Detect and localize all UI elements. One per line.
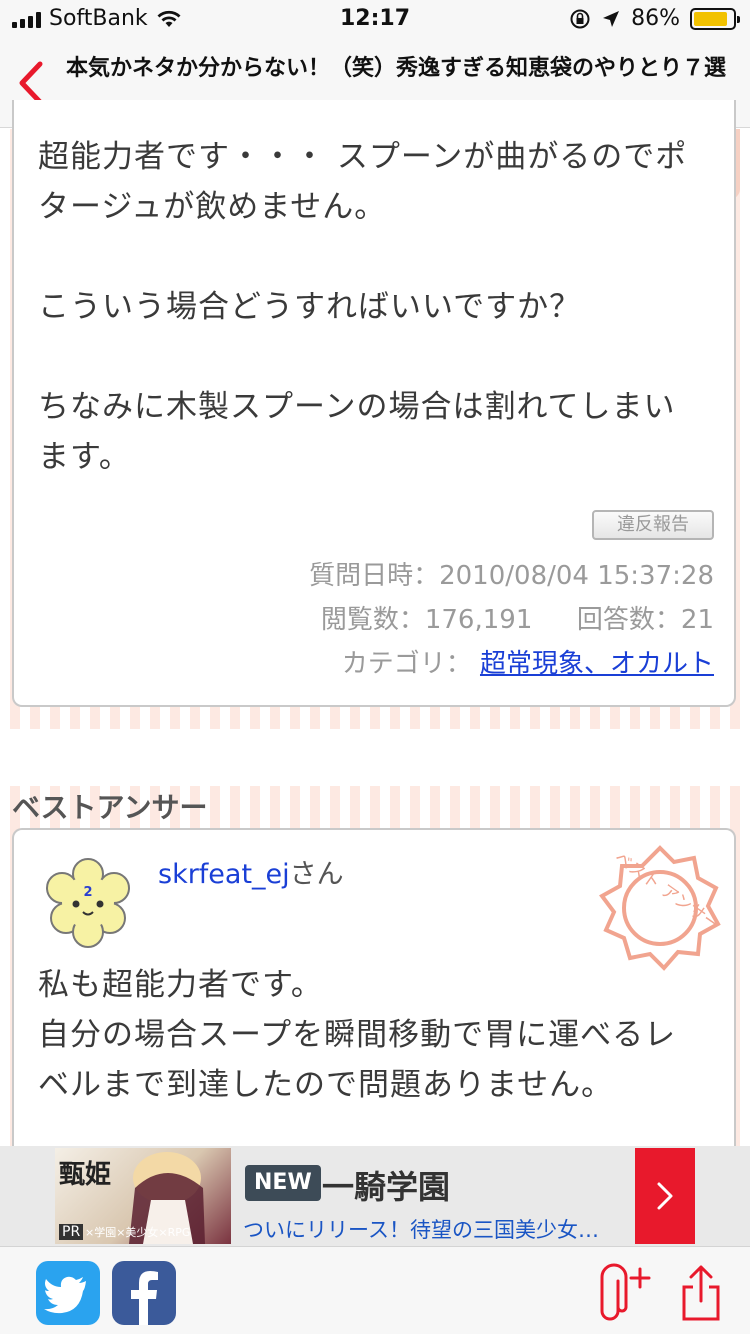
- question-line: 超能力者です・・・ スプーンが曲がるのでポ: [38, 139, 688, 175]
- question-meta: 質問日時：2010/08/04 15:37:28 閲覧数：176,191 回答数…: [114, 554, 714, 686]
- answer-body: 私も超能力者です。 自分の場合スープを瞬間移動で胃に運べるレ ベルまで到達したの…: [38, 960, 718, 1110]
- category-link[interactable]: 超常現象、オカルト: [480, 649, 714, 679]
- answer-count: 回答数：21: [576, 605, 714, 635]
- share-icon[interactable]: [676, 1261, 726, 1325]
- answer-line: 自分の場合スープを瞬間移動で胃に運べるレ: [38, 1017, 677, 1053]
- ad-new-badge: NEW: [245, 1165, 321, 1201]
- username-link[interactable]: skrfeat_ej: [158, 859, 290, 890]
- clip-add-icon[interactable]: [596, 1263, 656, 1327]
- question-line: タージュが飲めません。: [38, 189, 387, 225]
- battery-icon: [690, 7, 740, 30]
- question-line: [38, 332, 718, 382]
- rotation-lock-icon: [570, 9, 590, 28]
- answer-line: ベルまで到達したので問題ありません。: [38, 1067, 614, 1103]
- status-right: 86%: [569, 6, 740, 31]
- question-category: カテゴリ： 超常現象、オカルト: [114, 642, 714, 686]
- question-body: 超能力者です・・・ スプーンが曲がるのでポ タージュが飲めません。 こういう場合…: [38, 132, 718, 482]
- page-title: 本気かネタか分からない！（笑）秀逸すぎる知恵袋のやりとり７選: [66, 56, 727, 81]
- ad-pr-label: PR: [59, 1224, 84, 1240]
- category-label: カテゴリ：: [341, 649, 472, 679]
- twitter-share-button[interactable]: [36, 1261, 100, 1325]
- username-honorific: さん: [289, 859, 344, 890]
- twitter-bird-icon: [44, 1276, 86, 1314]
- answer-line: 私も超能力者です。: [38, 967, 323, 1003]
- answer-author: skrfeat_ejさん: [158, 852, 344, 891]
- facebook-share-button[interactable]: [112, 1261, 176, 1325]
- user-avatar-icon[interactable]: 2: [40, 854, 136, 950]
- report-violation-button[interactable]: 違反報告: [592, 510, 714, 540]
- question-stats: 閲覧数：176,191 回答数：21: [114, 598, 714, 642]
- question-card: 超能力者です・・・ スプーンが曲がるのでポ タージュが飲めません。 こういう場合…: [12, 100, 736, 707]
- ad-image[interactable]: 甄姫 PR ×学園×美少女×RPG: [55, 1148, 231, 1244]
- question-date: 質問日時：2010/08/04 15:37:28: [309, 561, 714, 591]
- best-answer-card: 2 skrfeat_ejさん ベスト アンサー 私も超能力者です。 自分の場合ス…: [12, 828, 736, 1168]
- ad-image-tagline: ×学園×美少女×RPG: [85, 1226, 191, 1239]
- ad-title[interactable]: 一騎学園: [322, 1162, 450, 1208]
- facebook-icon: [131, 1271, 158, 1325]
- avatar-number: 2: [83, 885, 92, 900]
- ad-banner[interactable]: 甄姫 PR ×学園×美少女×RPG NEW 一騎学園 ついにリリース！待望の三国…: [0, 1146, 750, 1246]
- status-bar: SoftBank 12:17 86%: [0, 0, 750, 40]
- view-count: 閲覧数：176,191: [320, 605, 533, 635]
- bottom-toolbar: [0, 1246, 750, 1334]
- battery-percent: 86%: [631, 6, 680, 31]
- ad-open-button[interactable]: [635, 1148, 695, 1244]
- location-icon: [603, 10, 620, 27]
- question-line: [38, 232, 718, 282]
- battery-level: [694, 11, 727, 26]
- chevron-right-icon: [657, 1182, 673, 1210]
- ad-description[interactable]: ついにリリース！待望の三国美少女…: [243, 1214, 623, 1244]
- question-line: ます。: [38, 439, 131, 475]
- question-line: ちなみに木製スプーンの場合は割れてしまい: [38, 389, 676, 425]
- best-answer-stamp-icon: ベスト アンサー: [599, 845, 723, 971]
- question-line: こういう場合どうすればいいですか？: [38, 289, 582, 325]
- best-answer-heading: ベストアンサー: [12, 791, 208, 824]
